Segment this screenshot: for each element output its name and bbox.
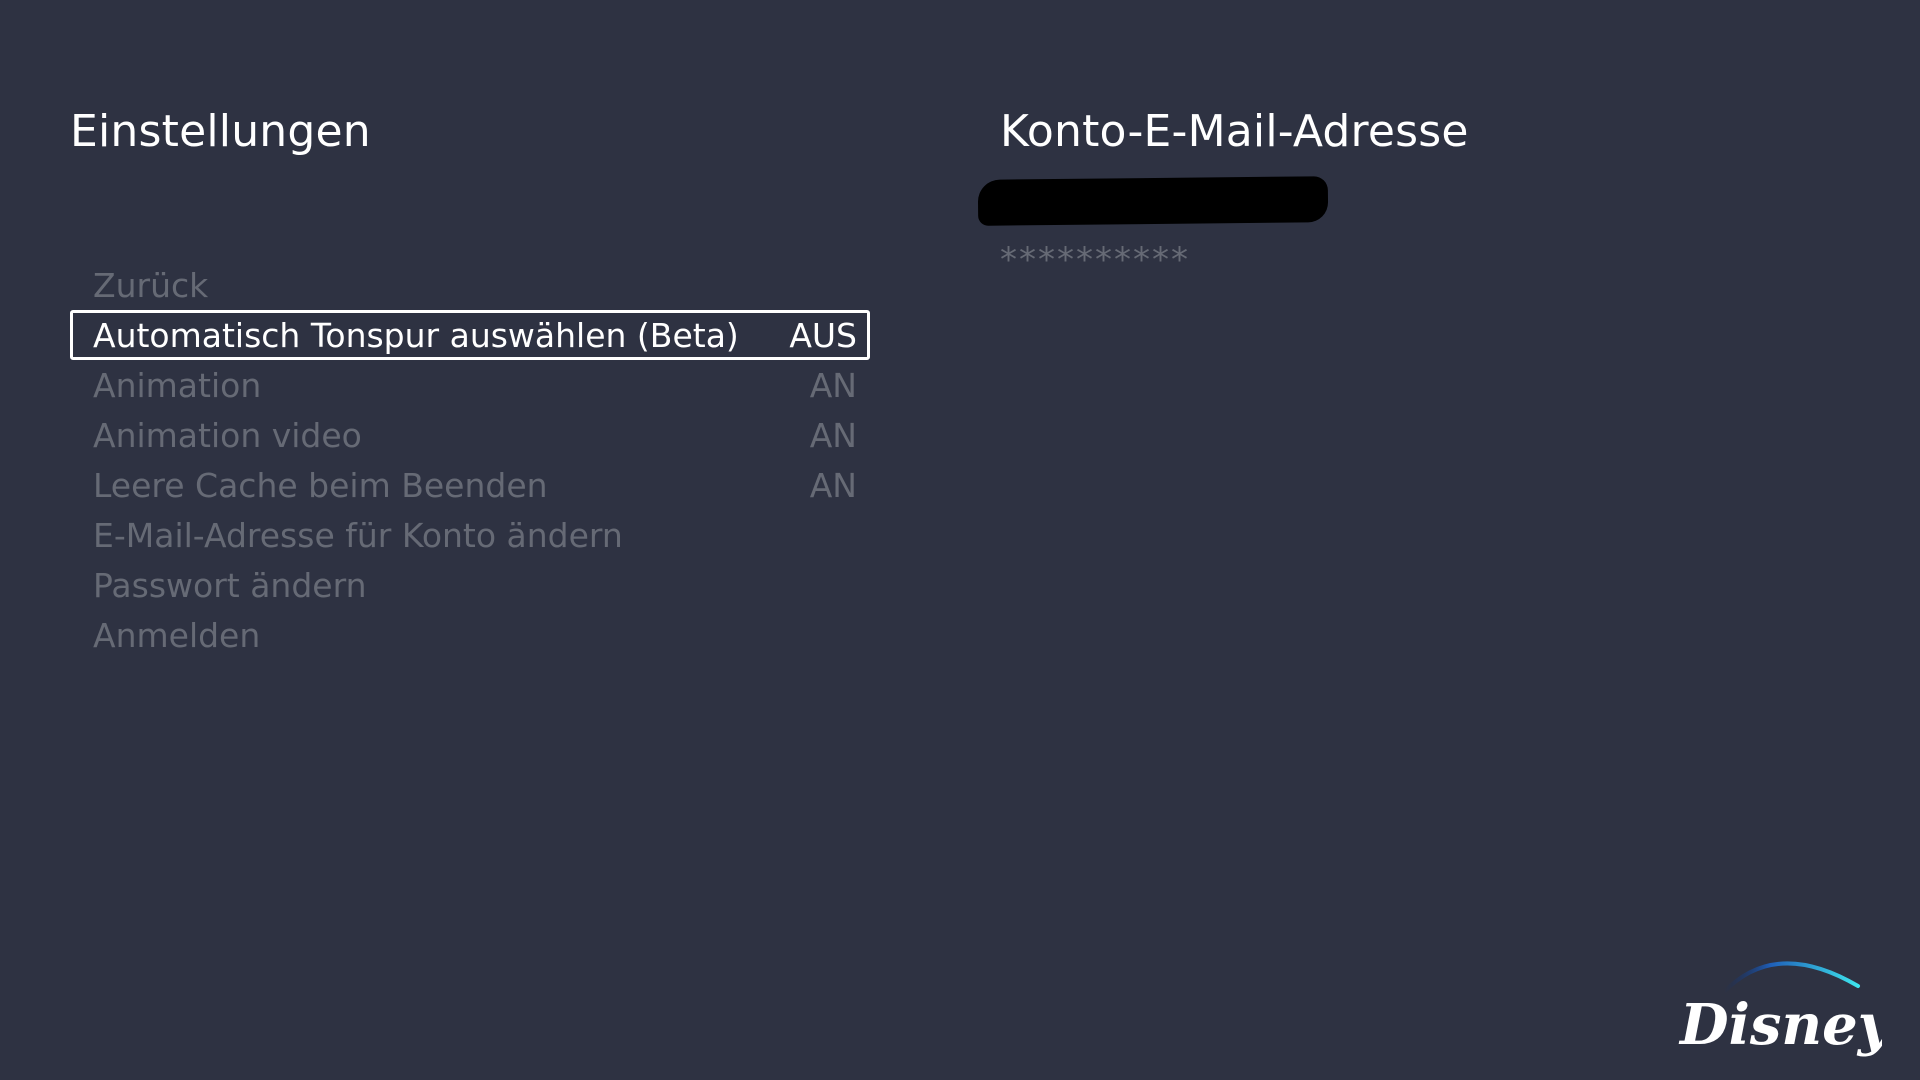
- menu-item-sign-in[interactable]: Anmelden: [70, 610, 870, 660]
- password-mask: **********: [1000, 240, 1190, 280]
- menu-item-animation-video[interactable]: Animation video AN: [70, 410, 870, 460]
- menu-item-label: Passwort ändern: [93, 565, 367, 605]
- menu-item-value: AN: [809, 365, 857, 405]
- menu-item-back[interactable]: Zurück: [70, 260, 870, 310]
- settings-menu: Zurück Automatisch Tonspur auswählen (Be…: [70, 260, 870, 660]
- email-redaction-mark: [977, 176, 1329, 226]
- page-title: Einstellungen: [70, 106, 371, 157]
- menu-item-value: AUS: [789, 315, 857, 355]
- menu-item-change-password[interactable]: Passwort ändern: [70, 560, 870, 610]
- settings-screen: Einstellungen Zurück Automatisch Tonspur…: [0, 0, 1920, 1080]
- account-panel: Konto-E-Mail-Adresse **********: [977, 100, 1800, 280]
- menu-item-auto-audio-track[interactable]: Automatisch Tonspur auswählen (Beta) AUS: [70, 310, 870, 360]
- menu-item-clear-cache[interactable]: Leere Cache beim Beenden AN: [70, 460, 870, 510]
- menu-item-label: Anmelden: [93, 615, 261, 655]
- menu-item-label: E-Mail-Adresse für Konto ändern: [93, 515, 623, 555]
- menu-item-value: AN: [809, 465, 857, 505]
- menu-item-animation[interactable]: Animation AN: [70, 360, 870, 410]
- account-email-title: Konto-E-Mail-Adresse: [1000, 106, 1469, 157]
- menu-item-value: AN: [809, 415, 857, 455]
- menu-item-label: Automatisch Tonspur auswählen (Beta): [93, 315, 739, 355]
- menu-item-label: Leere Cache beim Beenden: [93, 465, 548, 505]
- menu-item-label: Zurück: [93, 265, 209, 305]
- menu-item-label: Animation video: [93, 415, 362, 455]
- logo-wordmark: Disney+: [1678, 992, 1882, 1058]
- menu-item-label: Animation: [93, 365, 262, 405]
- disney-plus-logo: Disney+: [1678, 961, 1882, 1058]
- settings-panel: Einstellungen Zurück Automatisch Tonspur…: [70, 100, 870, 655]
- menu-item-change-email[interactable]: E-Mail-Adresse für Konto ändern: [70, 510, 870, 560]
